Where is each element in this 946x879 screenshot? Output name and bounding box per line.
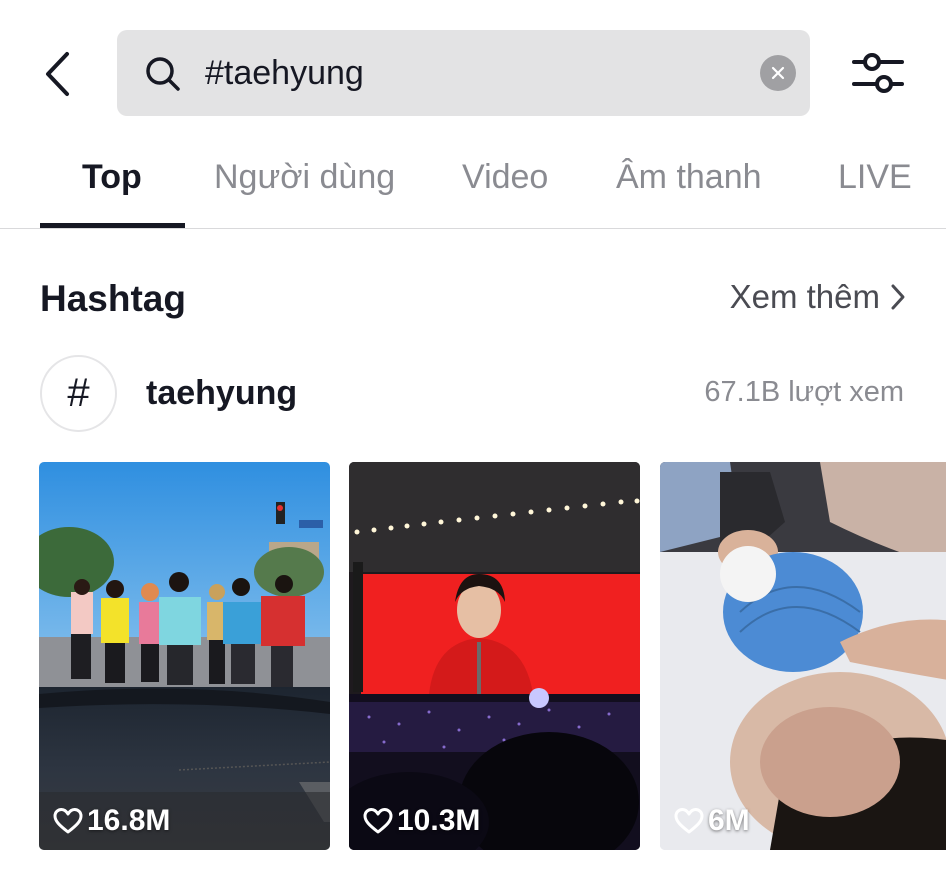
like-count: 16.8M: [53, 804, 170, 838]
video-card[interactable]: 16.8M: [39, 462, 330, 850]
heart-icon: [674, 808, 704, 834]
like-count-value: 6M: [708, 804, 750, 837]
tab-top[interactable]: Top: [82, 158, 142, 197]
top-bar: [0, 0, 946, 140]
chevron-left-icon: [46, 52, 69, 96]
see-more-link[interactable]: Xem thêm: [730, 278, 906, 316]
tab-users[interactable]: Người dùng: [214, 158, 395, 197]
filter-button[interactable]: [850, 50, 906, 96]
heart-icon: [53, 808, 83, 834]
hashtag-result[interactable]: # taehyung 67.1B lượt xem: [0, 352, 946, 436]
search-tabs: Top Người dùng Video Âm thanh LIVE: [0, 140, 946, 229]
video-thumbnail: [660, 462, 946, 850]
hashtag-section-header: Hashtag Xem thêm: [0, 270, 946, 330]
tab-sounds[interactable]: Âm thanh: [616, 158, 762, 197]
search-bar[interactable]: [117, 30, 810, 116]
clear-icon: [771, 66, 785, 80]
video-thumbnail: [349, 462, 640, 850]
like-count-value: 16.8M: [87, 804, 171, 837]
video-grid: 16.8M 10.3M 6M: [0, 462, 946, 850]
like-count-value: 10.3M: [397, 804, 481, 837]
heart-icon: [363, 808, 393, 834]
chevron-right-icon: [891, 284, 905, 310]
hashtag-icon: #: [40, 355, 117, 432]
clear-search-button[interactable]: [760, 55, 796, 91]
like-count: 10.3M: [363, 804, 480, 838]
like-count: 6M: [674, 804, 750, 838]
tab-live[interactable]: LIVE: [838, 158, 912, 197]
video-thumbnail: [39, 462, 330, 850]
search-icon: [146, 57, 180, 91]
active-tab-indicator: [40, 223, 185, 228]
hashtag-view-count: 67.1B lượt xem: [704, 376, 904, 408]
video-card[interactable]: 6M: [660, 462, 946, 850]
hashtag-name: taehyung: [146, 374, 298, 412]
search-input[interactable]: [205, 50, 745, 96]
see-more-label: Xem thêm: [729, 278, 880, 315]
tab-video[interactable]: Video: [462, 158, 548, 197]
section-title: Hashtag: [40, 278, 186, 319]
sliders-icon: [852, 53, 904, 93]
video-card[interactable]: 10.3M: [349, 462, 640, 850]
back-button[interactable]: [36, 48, 80, 100]
